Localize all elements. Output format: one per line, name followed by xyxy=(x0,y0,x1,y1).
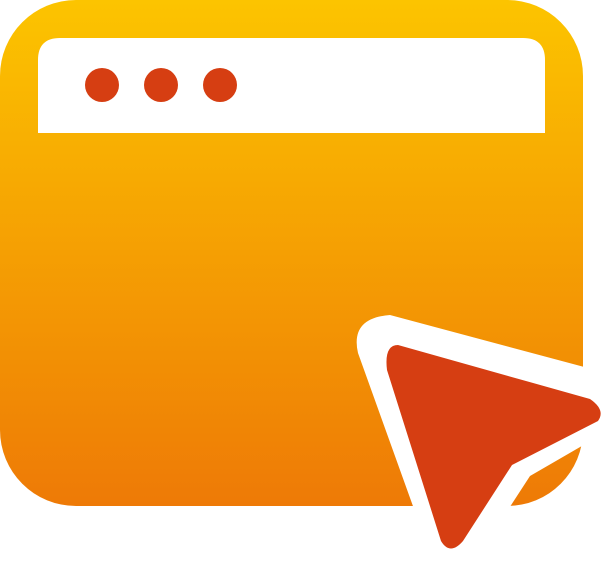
window-dot-icon xyxy=(144,68,178,102)
browser-window-click-icon xyxy=(0,0,606,562)
window-dot-icon xyxy=(203,68,237,102)
window-dot-icon xyxy=(85,68,119,102)
browser-click-icon xyxy=(0,0,606,565)
